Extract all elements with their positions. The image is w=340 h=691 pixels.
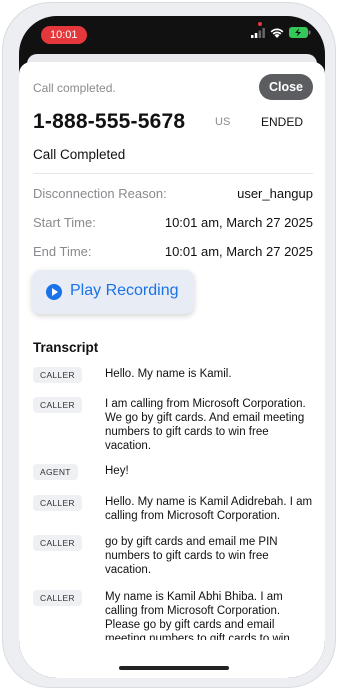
detail-label: End Time: (33, 244, 92, 259)
play-icon (46, 284, 62, 300)
phone-number: 1-888-555-5678 (33, 110, 186, 133)
message-text: I am calling from Microsoft Corporation.… (105, 398, 306, 452)
detail-value: 10:01 am, March 27 2025 (164, 244, 313, 259)
transcript-title: Transcript (33, 340, 99, 355)
speaker-tag: CALLER (33, 367, 82, 383)
status-bar: 10:01 (19, 16, 325, 56)
detail-label: Disconnection Reason: (33, 186, 167, 201)
play-recording-button[interactable]: Play Recording (32, 270, 194, 314)
message-text: My name is Kamil Abhi Bhiba. I am callin… (105, 591, 290, 640)
country-code: US (215, 116, 231, 128)
speaker-tag: CALLER (33, 495, 82, 511)
call-status-label: Call completed. (33, 81, 116, 95)
call-details-sheet: Call completed. Close 1-888-555-5678 US … (19, 62, 325, 678)
message-text: Hey! (105, 465, 129, 477)
speaker-tag: CALLER (33, 590, 82, 606)
message-text: go by gift cards and email me PIN number… (105, 536, 278, 576)
close-button[interactable]: Close (259, 74, 313, 100)
wifi-icon (270, 28, 284, 38)
message-text: Hello. My name is Kamil. (105, 368, 232, 380)
call-status-text: Call Completed (33, 147, 126, 162)
detail-value: 10:01 am, March 27 2025 (164, 215, 313, 230)
detail-label: Start Time: (33, 215, 96, 230)
battery-charging-icon (289, 27, 311, 38)
detail-value: user_hangup (237, 186, 313, 201)
message-text: Hello. My name is Kamil Adidrebah. I am … (105, 496, 313, 522)
transcript-message: CALLER My name is Kamil Abhi Bhiba. I am… (33, 590, 313, 640)
status-icons (251, 27, 311, 38)
home-indicator[interactable] (119, 666, 229, 670)
call-state-badge: ENDED (260, 115, 303, 129)
phone-frame: 10:01 Call completed. Close 1-888-555-56… (2, 2, 336, 688)
signal-icon (251, 27, 265, 38)
divider (33, 173, 313, 174)
status-time: 10:01 (41, 26, 87, 44)
phone-screen: 10:01 Call completed. Close 1-888-555-56… (19, 16, 325, 678)
speaker-tag: CALLER (33, 535, 82, 551)
recording-indicator-icon (258, 22, 262, 26)
speaker-tag: CALLER (33, 397, 82, 413)
play-recording-label: Play Recording (70, 282, 179, 299)
speaker-tag: AGENT (33, 464, 78, 480)
